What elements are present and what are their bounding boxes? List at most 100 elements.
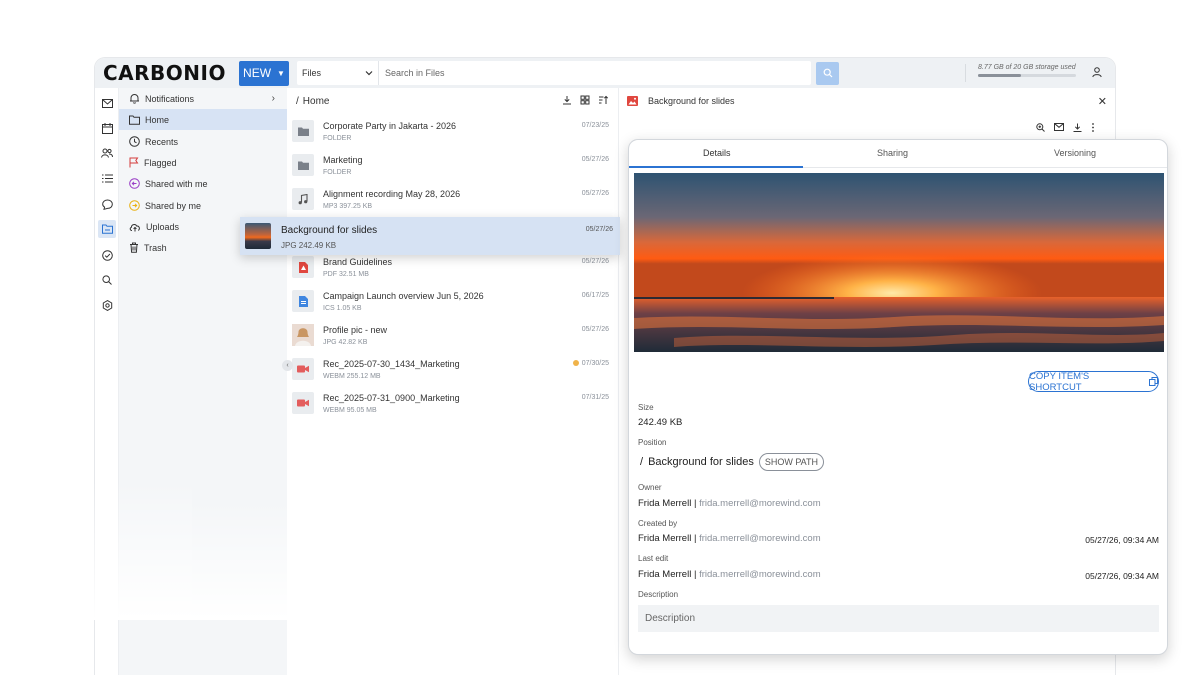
tab-details[interactable]: Details — [703, 148, 731, 158]
sidebar-item-label: Shared with me — [145, 178, 208, 189]
storage-indicator: 8.77 GB of 20 GB storage used — [965, 64, 1085, 82]
download-icon[interactable] — [1073, 123, 1082, 132]
created-by-label: Created by — [638, 519, 678, 528]
sidebar-item-flagged[interactable]: Flagged — [119, 152, 287, 173]
last-edit-value: Frida Merrell | frida.merrell@morewind.c… — [638, 569, 821, 580]
close-icon[interactable]: ✕ — [1098, 95, 1107, 108]
size-label: Size — [638, 403, 654, 412]
file-date: 07/31/25 — [581, 394, 609, 401]
sidebar-item-label: Home — [145, 114, 170, 125]
sidebar-item-label: Shared by me — [145, 200, 202, 211]
tasks-list-icon[interactable] — [100, 171, 114, 185]
file-date: 05/27/26 — [581, 190, 609, 197]
file-date: 05/27/26 — [581, 258, 609, 265]
file-name: Brand Guidelines — [323, 257, 393, 267]
owner-name: Frida Merrell — [638, 498, 692, 509]
file-row[interactable]: Marketing FOLDER 05/27/26 — [287, 149, 619, 183]
folder-icon — [292, 154, 314, 176]
search-bar: Files Search in Files — [297, 61, 811, 85]
file-date: 05/27/26 — [585, 226, 613, 233]
tab-sharing[interactable]: Sharing — [877, 148, 908, 158]
document-icon — [292, 290, 314, 312]
file-row[interactable]: Alignment recording May 28, 2026 MP3 397… — [287, 183, 619, 217]
image-file-icon — [627, 96, 638, 106]
chat-icon[interactable] — [100, 197, 114, 211]
file-name: Rec_2025-07-31_0900_Marketing — [323, 393, 460, 403]
copy-shortcut-label: COPY ITEM'S SHORTCUT — [1029, 370, 1090, 393]
send-mail-icon[interactable] — [1054, 123, 1064, 131]
chevron-down-icon: ▼ — [277, 68, 285, 78]
owner-label: Owner — [638, 483, 662, 492]
last-edit-date: 05/27/26, 09:34 AM — [1085, 571, 1159, 581]
sidebar-item-recents[interactable]: Recents — [119, 131, 287, 152]
owner-value: Frida Merrell | frida.merrell@morewind.c… — [638, 498, 821, 509]
collapse-sidebar-handle[interactable]: ‹ — [282, 360, 293, 371]
grid-view-icon[interactable] — [580, 95, 590, 105]
created-by-value: Frida Merrell | frida.merrell@morewind.c… — [638, 533, 821, 544]
file-row[interactable]: Rec_2025-07-30_1434_Marketing WEBM 255.1… — [287, 353, 619, 387]
chevron-right-icon[interactable]: › — [272, 93, 275, 104]
sidebar-item-label: Trash — [144, 242, 167, 253]
folder-icon — [129, 115, 140, 125]
sidebar-item-label: Uploads — [146, 221, 180, 232]
position-label: Position — [638, 438, 667, 447]
shared-in-icon — [129, 178, 140, 189]
file-row[interactable]: Profile pic - new JPG 42.82 KB 05/27/26 — [287, 319, 619, 353]
shared-out-icon — [129, 200, 140, 211]
search-icon[interactable] — [100, 273, 114, 287]
file-meta: MP3 397.25 KB — [323, 203, 373, 210]
file-meta: ICS 1.05 KB — [323, 305, 362, 312]
path-separator: / — [640, 456, 644, 468]
music-note-icon — [292, 188, 314, 210]
file-row[interactable]: Corporate Party in Jakarta - 2026 FOLDER… — [287, 115, 619, 149]
sunset-thumbnail — [245, 223, 271, 249]
check-circle-icon[interactable] — [100, 248, 114, 262]
size-value: 242.49 KB — [638, 417, 683, 428]
show-path-button[interactable]: SHOW PATH — [758, 453, 825, 471]
search-input[interactable]: Search in Files — [379, 68, 811, 78]
preview-title: Background for slides — [648, 96, 735, 106]
file-meta: FOLDER — [323, 135, 352, 142]
new-button[interactable]: NEW ▼ — [239, 60, 289, 86]
search-icon — [823, 68, 832, 78]
list-toolbar — [562, 95, 608, 105]
contacts-icon[interactable] — [100, 146, 114, 160]
settings-gear-icon[interactable] — [100, 298, 114, 312]
mail-icon[interactable] — [100, 96, 114, 110]
tab-versioning[interactable]: Versioning — [1054, 148, 1096, 158]
sidebar-item-home[interactable]: Home — [119, 109, 287, 130]
file-date: 07/30/25 — [572, 360, 609, 367]
calendar-icon[interactable] — [100, 121, 114, 135]
storage-bar-fill — [978, 74, 1021, 77]
zoom-in-icon[interactable] — [1036, 123, 1045, 132]
more-vertical-icon[interactable] — [1091, 123, 1095, 132]
pending-clock-icon — [572, 360, 579, 367]
search-scope-value: Files — [302, 68, 322, 78]
copy-shortcut-button[interactable]: COPY ITEM'S SHORTCUT — [1028, 370, 1159, 393]
cloud-upload-icon — [129, 223, 140, 231]
description-input[interactable]: Description — [638, 605, 1159, 632]
file-row[interactable]: Brand Guidelines PDF 32.51 MB 05/27/26 — [287, 251, 619, 285]
file-row[interactable]: Rec_2025-07-31_0900_Marketing WEBM 95.05… — [287, 387, 619, 421]
image-preview[interactable] — [634, 173, 1164, 352]
last-edit-name: Frida Merrell — [638, 569, 692, 580]
clock-icon — [129, 136, 140, 147]
dragged-file-row[interactable]: Background for slides JPG 242.49 KB 05/2… — [240, 217, 620, 255]
sort-icon[interactable] — [598, 95, 608, 105]
file-meta: PDF 32.51 MB — [323, 271, 369, 278]
file-row[interactable]: Campaign Launch overview Jun 5, 2026 ICS… — [287, 285, 619, 319]
download-icon[interactable] — [562, 95, 572, 105]
folder-icon — [292, 120, 314, 142]
profile-photo-thumbnail — [292, 324, 314, 346]
file-name: Profile pic - new — [323, 325, 388, 335]
file-name: Rec_2025-07-30_1434_Marketing — [323, 359, 460, 369]
sidebar-item-notifications[interactable]: Notifications › — [119, 88, 287, 109]
sidebar-item-shared-with-me[interactable]: Shared with me — [119, 173, 287, 194]
created-by-name: Frida Merrell — [638, 533, 692, 544]
breadcrumb-current[interactable]: Home — [303, 96, 330, 107]
user-avatar-icon[interactable] — [1091, 66, 1103, 78]
sidebar-item-shared-by-me[interactable]: Shared by me — [119, 195, 287, 216]
files-module-icon[interactable] — [98, 220, 116, 238]
search-button[interactable] — [816, 61, 839, 85]
search-scope-select[interactable]: Files — [297, 61, 379, 85]
